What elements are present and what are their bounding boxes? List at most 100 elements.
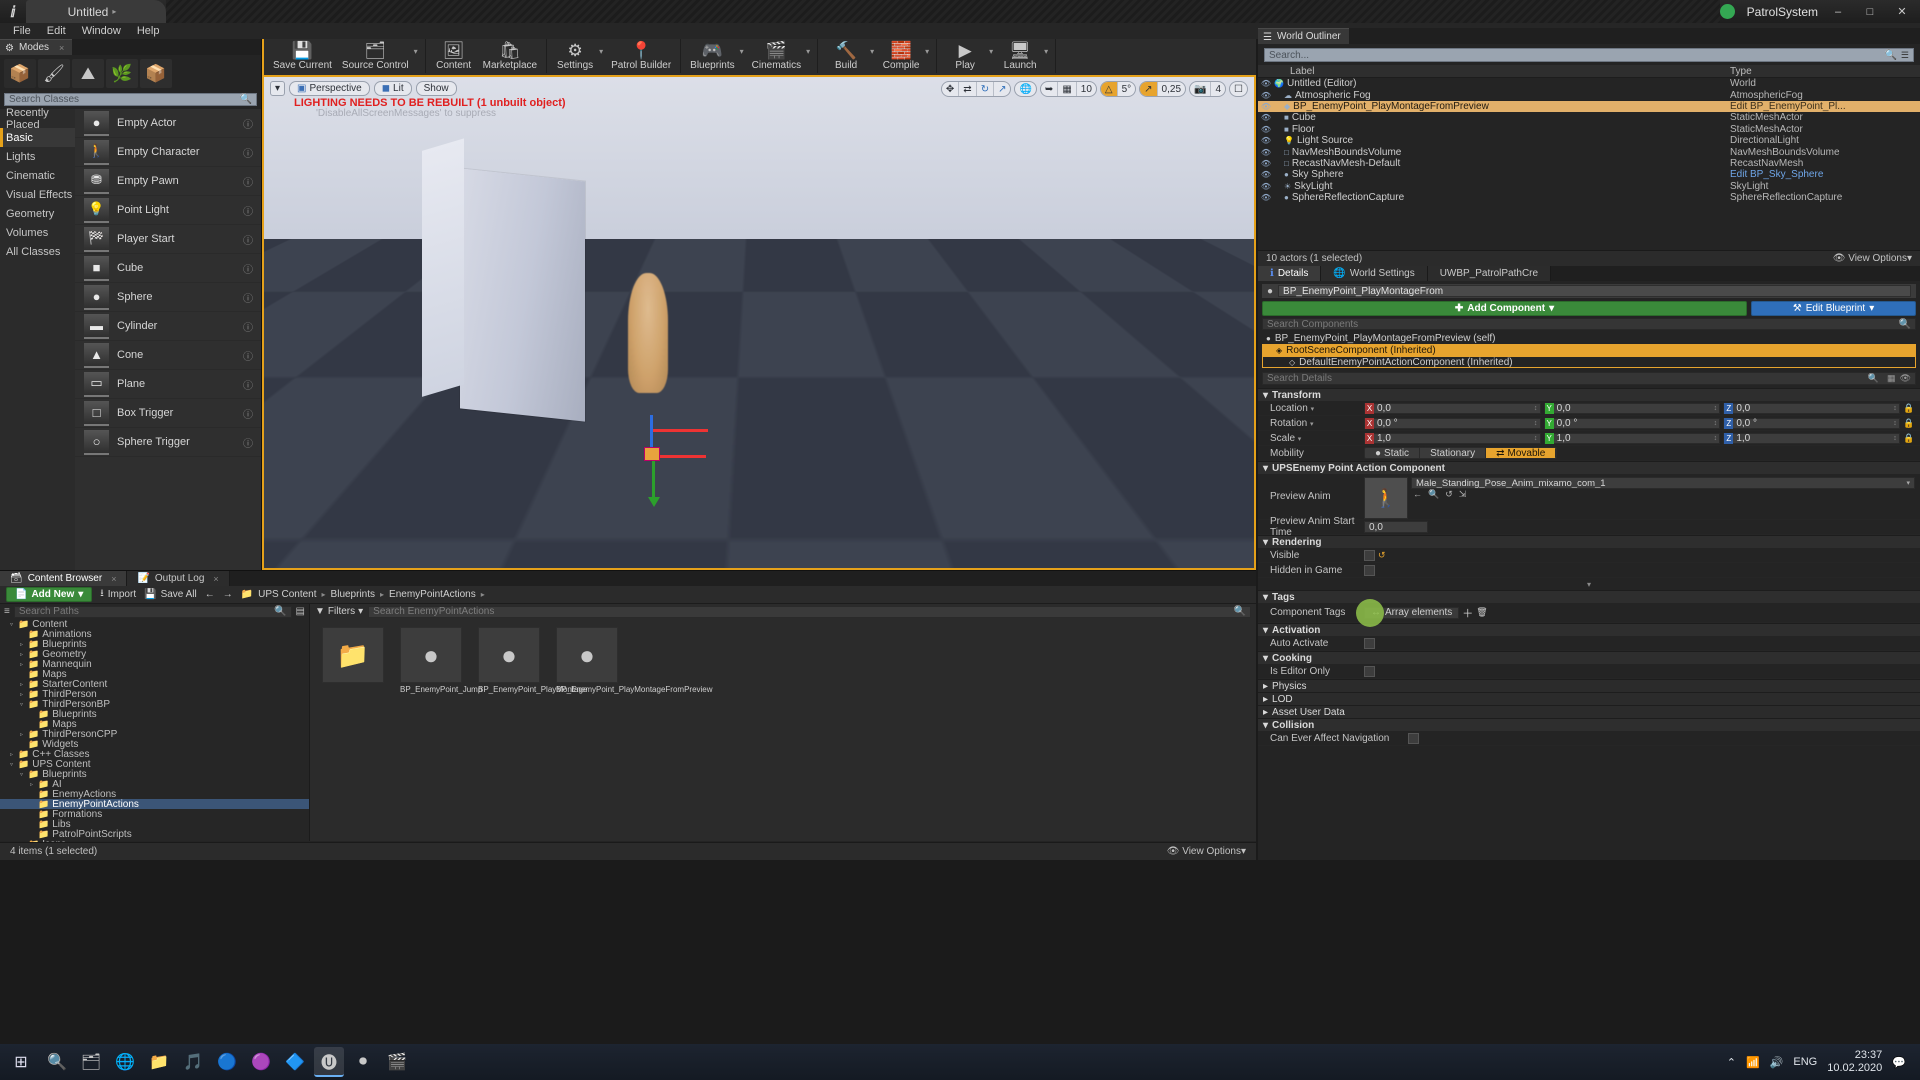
spinner-icon[interactable]: ↕ (1711, 435, 1719, 442)
spinner-icon[interactable]: ↕ (1891, 420, 1899, 427)
place-category-recently-placed[interactable]: Recently Placed (0, 107, 75, 131)
toolbar-button-settings[interactable]: ⚙ Settings (551, 39, 599, 73)
toolbar-button-blueprints[interactable]: 🎮 Blueprints (685, 39, 739, 73)
path-tree-item[interactable]: ▹ 📁 Geometry (0, 649, 309, 660)
expand-arrow-icon[interactable]: ▹ (18, 681, 25, 688)
network-icon[interactable]: 📶 (1746, 1056, 1760, 1069)
outliner-row[interactable]: 👁 ● Sky Sphere Edit BP_Sky_Sphere (1258, 169, 1920, 180)
can-ever-affect-nav-checkbox[interactable] (1408, 732, 1419, 744)
path-tree-item[interactable]: 📁 Maps (0, 719, 309, 730)
chevron-down-icon[interactable]: ▾ (1310, 421, 1314, 428)
outliner-row[interactable]: 👁 ■ Floor StaticMeshActor (1258, 124, 1920, 135)
expand-arrow-icon[interactable]: ▿ (18, 701, 25, 708)
path-tree-item[interactable]: 📁 Formations (0, 809, 309, 820)
place-item[interactable]: 💡 Point Light ⓘ (75, 196, 261, 225)
reset-to-default-icon[interactable]: ↺ (1378, 550, 1386, 561)
taskbar-icon[interactable]: 🟣 (246, 1047, 276, 1077)
toolbar-button-build[interactable]: 🔨 Build (822, 39, 870, 73)
component-row[interactable]: ● BP_EnemyPoint_PlayMontageFromPreview (s… (1262, 332, 1916, 344)
place-item-info-icon[interactable]: ⓘ (243, 377, 253, 392)
gizmo-z-axis[interactable] (648, 455, 660, 507)
tab-modes[interactable]: ⚙ Modes × (0, 39, 73, 55)
taskbar-icon[interactable]: 🌐 (110, 1047, 140, 1077)
component-search-field[interactable]: 🔍 (1262, 318, 1916, 330)
place-category-cinematic[interactable]: Cinematic (0, 166, 75, 185)
path-tree-item[interactable]: 📁 Libs (0, 819, 309, 830)
path-tree-item[interactable]: ▹ 📁 Mannequin (0, 659, 309, 670)
place-item-info-icon[interactable]: ⓘ (243, 116, 253, 131)
rotate-tool-icon[interactable]: ↻ (977, 82, 995, 96)
viewport-show-menu[interactable]: Show (415, 81, 457, 96)
outliner-search-field[interactable]: 🔍 ☰ (1264, 48, 1914, 62)
path-tree-item[interactable]: 📁 EnemyActions (0, 789, 309, 800)
place-category-geometry[interactable]: Geometry (0, 204, 75, 223)
tab-output-log[interactable]: 📝 Output Log × (127, 571, 230, 586)
asset-item[interactable]: ● BP_EnemyPoint_PlayMontage (478, 627, 587, 694)
foliage-mode-button[interactable]: 🌿 (106, 59, 138, 88)
visibility-eye-icon[interactable]: 👁 (1258, 136, 1274, 145)
visibility-eye-icon[interactable]: 👁 (1258, 170, 1274, 179)
landscape-mode-button[interactable]: ⛰ (72, 59, 104, 88)
spinner-icon[interactable]: ↕ (1891, 405, 1899, 412)
use-selected-icon[interactable]: ⇲ (1459, 489, 1467, 500)
section-collision[interactable]: ▾ Collision (1258, 718, 1920, 731)
scale-snap-icon[interactable]: ↗ (1140, 82, 1158, 96)
path-tree-item[interactable]: ▹ 📁 C++ Classes (0, 749, 309, 760)
toolbar-button-cinematics[interactable]: 🎬 Cinematics (747, 39, 806, 73)
outliner-row[interactable]: 👁 💡 Light Source DirectionalLight (1258, 135, 1920, 146)
start-button[interactable]: ⊞ (6, 1047, 36, 1077)
location-y-field[interactable]: Y 0,0 ↕ (1543, 402, 1721, 414)
chevron-down-icon[interactable]: ▾ (1298, 436, 1302, 443)
paths-view-options-icon[interactable]: ▤ (296, 606, 305, 617)
outliner-row[interactable]: 👁 ☁ Atmospheric Fog AtmosphericFog (1258, 89, 1920, 101)
grid-snap-icon[interactable]: ▦ (1058, 82, 1077, 96)
taskbar-icon[interactable]: 🔍 (42, 1047, 72, 1077)
taskbar-icon[interactable]: 🎵 (178, 1047, 208, 1077)
section-ups-component[interactable]: ▾ UPSEnemy Point Action Component (1258, 461, 1920, 474)
menu-file[interactable]: File (6, 24, 38, 38)
taskbar-icon[interactable]: 🔵 (212, 1047, 242, 1077)
toolbar-button-patrol-builder[interactable]: 📍 Patrol Builder (606, 39, 676, 73)
expand-arrow-icon[interactable]: ▹ (18, 731, 25, 738)
place-category-basic[interactable]: Basic (0, 128, 75, 147)
place-item-info-icon[interactable]: ⓘ (243, 435, 253, 450)
translate-tool-icon[interactable]: ⇄ (959, 82, 977, 96)
rotation-z-field[interactable]: Z 0,0 ° ↕ (1723, 417, 1901, 429)
browse-to-asset-icon[interactable]: 🔍 (1428, 489, 1439, 500)
close-icon[interactable]: × (111, 574, 116, 584)
viewport-cube-mesh[interactable] (460, 168, 585, 422)
outliner-row[interactable]: 👁 □ RecastNavMesh-Default RecastNavMesh (1258, 158, 1920, 169)
outliner-filter-icon[interactable]: ☰ (1897, 50, 1909, 61)
delete-array-icon[interactable]: 🗑 (1476, 607, 1487, 618)
section-tags[interactable]: ▾ Tags (1258, 590, 1920, 603)
project-tab[interactable]: Untitled ▸ (26, 0, 166, 23)
location-x-field[interactable]: X 0,0 ↕ (1364, 402, 1541, 414)
place-item-info-icon[interactable]: ⓘ (243, 174, 253, 189)
menu-help[interactable]: Help (130, 24, 167, 38)
visibility-eye-icon[interactable]: 👁 (1258, 148, 1274, 157)
add-component-button[interactable]: ✚ Add Component ▾ (1262, 301, 1747, 316)
path-tree-item[interactable]: ▿ 📁 UPS Content (0, 759, 309, 770)
search-classes-field[interactable]: 🔍 (4, 93, 257, 106)
tab-content-browser[interactable]: 🗃 Content Browser × (0, 571, 128, 586)
actor-name-field[interactable]: BP_EnemyPoint_PlayMontageFrom (1278, 285, 1911, 297)
place-item[interactable]: 🚶 Empty Character ⓘ (75, 138, 261, 167)
visibility-eye-icon[interactable]: 👁 (1258, 79, 1274, 88)
expand-arrow-icon[interactable]: ▹ (18, 691, 25, 698)
path-tree-item[interactable]: 📁 PatrolPointScripts (0, 829, 309, 840)
preview-anim-thumbnail[interactable]: 🚶 (1364, 477, 1408, 519)
path-tree-item[interactable]: ▹ 📁 ThirdPerson (0, 689, 309, 700)
details-grid-view-icon[interactable]: ▦ (1883, 373, 1900, 384)
visibility-eye-icon[interactable]: 👁 (1258, 182, 1274, 191)
import-button[interactable]: ⭳ Import (100, 586, 136, 603)
place-category-all-classes[interactable]: All Classes (0, 242, 75, 261)
paint-mode-button[interactable]: 🖌 (38, 59, 70, 88)
path-tree-item[interactable]: 📁 Widgets (0, 739, 309, 750)
visibility-eye-icon[interactable]: 👁 (1258, 113, 1274, 122)
auto-activate-checkbox[interactable] (1364, 637, 1375, 649)
place-item[interactable]: ▬ Cylinder ⓘ (75, 312, 261, 341)
chevron-down-icon[interactable]: ▾ (599, 47, 606, 66)
volume-icon[interactable]: 🔊 (1770, 1056, 1784, 1069)
outliner-view-options[interactable]: 👁 View Options▾ (1833, 253, 1912, 264)
section-transform[interactable]: ▾ Transform (1258, 388, 1920, 401)
